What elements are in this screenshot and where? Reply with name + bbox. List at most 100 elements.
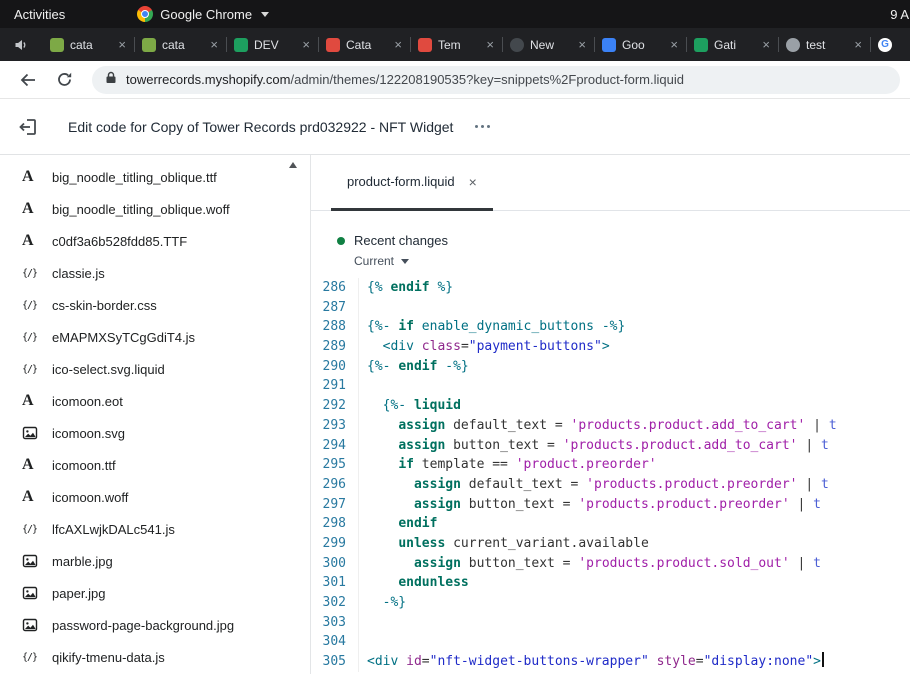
activities-button[interactable]: Activities <box>0 0 79 28</box>
globe-favicon-icon <box>786 38 800 52</box>
browser-tab[interactable]: New× <box>502 28 594 61</box>
address-bar[interactable]: towerrecords.myshopify.com/admin/themes/… <box>92 66 900 94</box>
system-top-bar: Activities Google Chrome 9 A <box>0 0 910 28</box>
file-item[interactable]: marble.jpg <box>0 545 310 577</box>
reload-button[interactable] <box>49 65 79 95</box>
browser-tab[interactable]: Tem× <box>410 28 502 61</box>
dark-app-favicon-icon <box>510 38 524 52</box>
file-item[interactable]: {/}qikify-tmenu-data.js <box>0 641 310 673</box>
version-block: Recent changes Current <box>311 211 910 278</box>
browser-tab[interactable]: Cata× <box>318 28 410 61</box>
drive-favicon-icon <box>602 38 616 52</box>
line-number: 292 <box>311 396 346 416</box>
file-item[interactable]: Abig_noodle_titling_oblique.woff <box>0 193 310 225</box>
version-dropdown-label: Current <box>354 254 394 268</box>
browser-tab[interactable]: Gati × <box>686 28 778 61</box>
file-item[interactable]: icomoon.svg <box>0 417 310 449</box>
file-name: big_noodle_titling_oblique.ttf <box>52 170 217 185</box>
editor-main: product-form.liquid × Recent changes Cur… <box>310 155 910 674</box>
file-item[interactable]: {/}ico-select.svg.liquid <box>0 353 310 385</box>
tab-close-icon[interactable]: × <box>302 37 310 52</box>
exit-code-editor-button[interactable] <box>18 117 38 137</box>
file-item[interactable]: {/}cs-skin-border.css <box>0 289 310 321</box>
browser-tab[interactable]: DEV × <box>226 28 318 61</box>
tab-close-icon[interactable]: × <box>118 37 126 52</box>
file-item[interactable]: {/}eMAPMXSyTCgGdiT4.js <box>0 321 310 353</box>
line-number: 302 <box>311 593 346 613</box>
tab-title: DEV <box>254 38 296 52</box>
spreadsheet-favicon-icon <box>234 38 248 52</box>
spreadsheet-favicon-icon <box>694 38 708 52</box>
tab-title: Gati <box>714 38 756 52</box>
tab-close-icon[interactable]: × <box>210 37 218 52</box>
image-file-icon <box>22 617 52 633</box>
line-number: 293 <box>311 416 346 436</box>
file-item[interactable]: paper.jpg <box>0 577 310 609</box>
line-number: 299 <box>311 534 346 554</box>
file-name: lfcAXLwjkDALc541.js <box>52 522 175 537</box>
file-item[interactable]: Aicomoon.woff <box>0 481 310 513</box>
tab-close-icon[interactable]: × <box>486 37 494 52</box>
tab-title: test <box>806 38 848 52</box>
browser-tab[interactable]: cata× <box>134 28 226 61</box>
file-item[interactable]: {/}classie.js <box>0 257 310 289</box>
code-editor[interactable]: 2862872882892902912922932942952962972982… <box>311 278 910 672</box>
text-cursor <box>822 652 824 667</box>
tab-title: cata <box>70 38 112 52</box>
tab-close-icon[interactable]: × <box>670 37 678 52</box>
code-line <box>367 298 910 318</box>
line-number: 291 <box>311 376 346 396</box>
file-item[interactable]: {/}lfcAXLwjkDALc541.js <box>0 513 310 545</box>
scroll-up-icon[interactable] <box>289 162 297 168</box>
lock-icon <box>105 71 117 89</box>
line-number: 286 <box>311 278 346 298</box>
active-app-menu[interactable]: Google Chrome <box>137 6 269 22</box>
code-file-icon: {/} <box>22 652 52 663</box>
version-dropdown[interactable]: Current <box>354 254 409 268</box>
code-file-icon: {/} <box>22 300 52 311</box>
tab-close-icon[interactable]: × <box>762 37 770 52</box>
line-number: 288 <box>311 317 346 337</box>
more-menu-button[interactable] <box>469 119 496 134</box>
browser-tab[interactable]: G <box>870 28 910 61</box>
screen: Activities Google Chrome 9 A cata×cata×D… <box>0 0 910 674</box>
file-name: icomoon.svg <box>52 426 125 441</box>
font-file-icon: A <box>22 168 52 186</box>
code-line: {%- endif -%} <box>367 357 910 377</box>
line-number: 290 <box>311 357 346 377</box>
browser-toolbar: towerrecords.myshopify.com/admin/themes/… <box>0 61 910 99</box>
line-number: 287 <box>311 298 346 318</box>
tab-close-icon[interactable]: × <box>578 37 586 52</box>
tab-close-icon[interactable]: × <box>394 37 402 52</box>
file-item[interactable]: password-page-background.jpg <box>0 609 310 641</box>
browser-tab[interactable]: test × <box>778 28 870 61</box>
template-favicon-icon <box>418 38 432 52</box>
file-item[interactable]: Aicomoon.ttf <box>0 449 310 481</box>
back-button[interactable] <box>13 65 43 95</box>
font-file-icon: A <box>22 392 52 410</box>
recent-changes: Recent changes <box>337 233 910 248</box>
shopify-favicon-icon <box>142 38 156 52</box>
file-tab-label: product-form.liquid <box>347 174 455 189</box>
code-line: <div id="nft-widget-buttons-wrapper" sty… <box>367 652 910 672</box>
editor-tab-row: product-form.liquid × <box>311 155 910 211</box>
browser-tab[interactable]: cata × <box>42 28 134 61</box>
code-file-icon: {/} <box>22 364 52 375</box>
file-tab-product-form[interactable]: product-form.liquid × <box>331 155 493 211</box>
line-number: 304 <box>311 632 346 652</box>
line-number: 289 <box>311 337 346 357</box>
file-name: icomoon.woff <box>52 490 128 505</box>
code-line: assign button_text = 'products.product.s… <box>367 554 910 574</box>
code-line: endif <box>367 514 910 534</box>
file-tab-close-icon[interactable]: × <box>469 174 477 190</box>
tab-title: Goo <box>622 38 664 52</box>
file-item[interactable]: Abig_noodle_titling_oblique.ttf <box>0 161 310 193</box>
code-line: <div class="payment-buttons"> <box>367 337 910 357</box>
tab-close-icon[interactable]: × <box>854 37 862 52</box>
font-file-icon: A <box>22 200 52 218</box>
browser-tab[interactable]: Goo × <box>594 28 686 61</box>
file-item[interactable]: Ac0df3a6b528fdd85.TTF <box>0 225 310 257</box>
chrome-icon <box>137 6 153 22</box>
file-item[interactable]: Aicomoon.eot <box>0 385 310 417</box>
file-name: cs-skin-border.css <box>52 298 157 313</box>
